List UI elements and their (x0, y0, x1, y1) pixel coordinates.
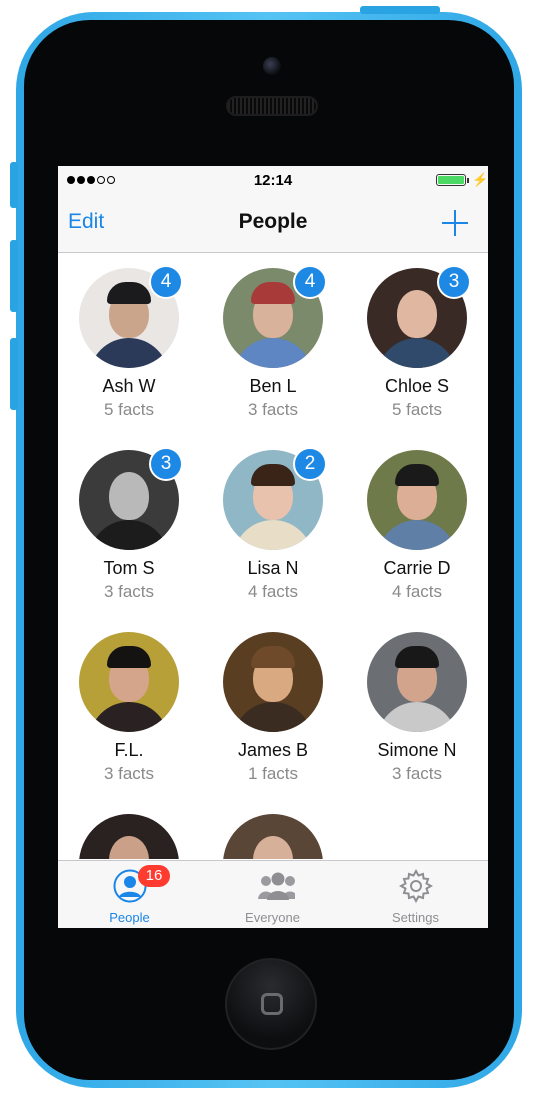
front-camera (263, 57, 281, 75)
person-facts: 3 facts (103, 582, 155, 601)
person-facts: 4 facts (247, 582, 299, 601)
status-bar: 12:14 ⚡ (58, 166, 488, 194)
tab-label: Settings (392, 910, 439, 925)
avatar (367, 450, 467, 550)
person-facts: 3 facts (391, 764, 443, 783)
person-card[interactable]: James B 1 facts (208, 617, 338, 787)
person-name: Chloe S (384, 376, 450, 396)
home-square-icon (261, 993, 283, 1015)
person-card[interactable]: 2 Lisa N 4 facts (208, 435, 338, 605)
battery-tip (467, 178, 469, 183)
person-card[interactable] (208, 799, 338, 859)
tab-settings[interactable]: Settings (344, 861, 487, 928)
person-name: Lisa N (247, 558, 299, 578)
notification-badge: 3 (149, 447, 183, 481)
person-facts: 1 facts (247, 764, 299, 783)
home-button[interactable] (225, 958, 317, 1050)
person-card[interactable]: Carrie D 4 facts (352, 435, 482, 605)
person-name: Tom S (103, 558, 155, 578)
nav-bar: Edit People (58, 194, 488, 253)
tab-everyone[interactable]: Everyone (201, 861, 344, 928)
page-title: People (238, 210, 308, 233)
person-facts: 5 facts (391, 400, 443, 419)
earpiece-speaker (226, 96, 318, 116)
notification-badge: 4 (149, 265, 183, 299)
notification-badge: 4 (293, 265, 327, 299)
notification-badge: 2 (293, 447, 327, 481)
avatar (79, 814, 179, 859)
status-time: 12:14 (253, 172, 293, 189)
person-card[interactable]: Simone N 3 facts (352, 617, 482, 787)
power-button (360, 6, 440, 14)
people-grid: 4 Ash W 5 facts 4 Ben L 3 facts 3 Chloe … (58, 253, 488, 859)
tab-bar: 16 People Everyone Settings (58, 860, 488, 928)
group-icon (258, 872, 295, 900)
person-name: James B (237, 740, 309, 760)
volume-down-button (10, 338, 18, 410)
person-facts: 3 facts (103, 764, 155, 783)
person-card[interactable]: 3 Tom S 3 facts (64, 435, 194, 605)
gear-icon (399, 869, 433, 903)
add-person-icon[interactable] (442, 210, 468, 236)
person-facts: 4 facts (391, 582, 443, 601)
battery-icon (436, 174, 466, 186)
avatar (367, 632, 467, 732)
people-count-badge: 16 (138, 865, 170, 887)
person-name: F.L. (114, 740, 144, 760)
tab-label: Everyone (245, 910, 300, 925)
person-card[interactable]: F.L. 3 facts (64, 617, 194, 787)
screen: 12:14 ⚡ Edit People 4 Ash W 5 facts 4 Be… (58, 166, 488, 928)
person-name: Simone N (377, 740, 457, 760)
notification-badge: 3 (437, 265, 471, 299)
person-facts: 3 facts (247, 400, 299, 419)
person-card[interactable]: 4 Ben L 3 facts (208, 253, 338, 423)
mute-switch (10, 162, 18, 208)
charging-icon: ⚡ (472, 172, 488, 187)
avatar (79, 632, 179, 732)
person-name: Ben L (249, 376, 297, 396)
avatar (223, 814, 323, 859)
person-facts: 5 facts (103, 400, 155, 419)
volume-up-button (10, 240, 18, 312)
person-card[interactable]: 4 Ash W 5 facts (64, 253, 194, 423)
person-card[interactable]: 3 Chloe S 5 facts (352, 253, 482, 423)
tab-people[interactable]: 16 People (58, 861, 201, 928)
avatar (223, 632, 323, 732)
person-name: Carrie D (383, 558, 451, 578)
person-name: Ash W (102, 376, 156, 396)
tab-label: People (109, 910, 150, 925)
person-card[interactable] (64, 799, 194, 859)
